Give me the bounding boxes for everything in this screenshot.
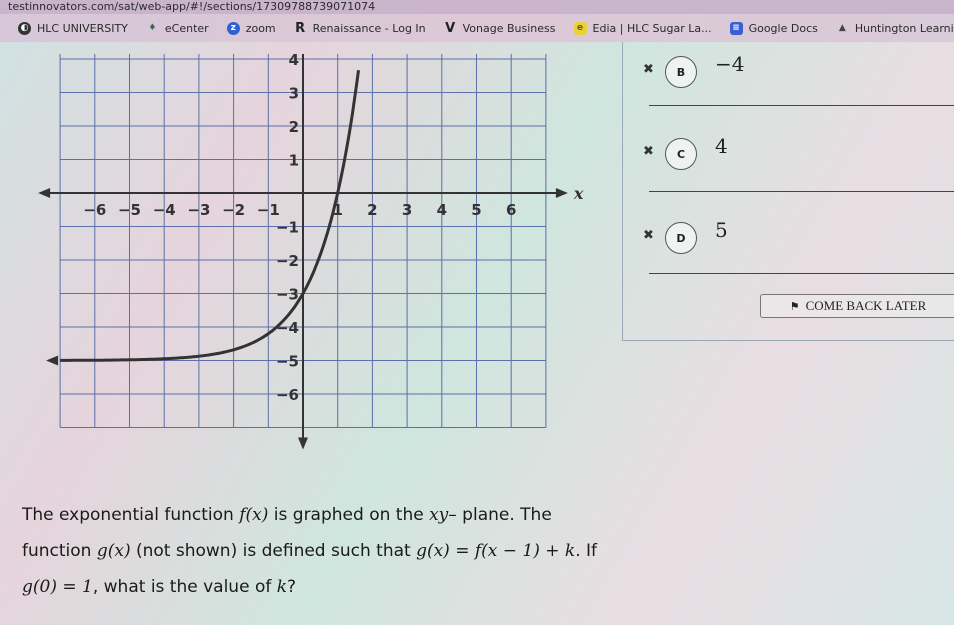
divider [649, 191, 954, 192]
flag-icon: ⚑ [789, 300, 800, 313]
y-axis-arrow [298, 437, 308, 450]
x-axis-arrow [555, 188, 568, 198]
y-tick-label: −1 [276, 219, 299, 237]
choice-letter[interactable]: B [665, 56, 697, 88]
eliminate-icon[interactable]: ✖ [643, 62, 654, 77]
x-axis-arrow-left [38, 188, 51, 198]
function-graph: x−6 −5 −4 −3 −2 −1 1 2 3 4 5 64321−1−2−3−4−5−6 [38, 51, 584, 450]
x-tick-label: 3 [402, 201, 412, 219]
bookmark-ecenter[interactable]: ♦ eCenter [146, 22, 208, 35]
bookmark-zoom[interactable]: z zoom [226, 21, 276, 35]
x-tick-label: 5 [471, 201, 481, 219]
y-tick-label: −4 [276, 319, 299, 337]
answer-choice-d[interactable]: ✖ D 5 [623, 208, 954, 288]
answer-choice-c[interactable]: ✖ C 4 [623, 126, 954, 206]
x-tick-label: −4 [153, 201, 176, 219]
huntington-icon: ▲ [838, 23, 846, 33]
globe-icon: ◐ [18, 21, 31, 35]
choice-letter[interactable]: D [665, 222, 697, 254]
x-tick-label: 4 [437, 201, 447, 219]
y-tick-label: 2 [289, 118, 299, 136]
bookmark-hlc-university[interactable]: ◐ HLC UNIVERSITY [18, 21, 128, 35]
bookmarks-bar: ◐ HLC UNIVERSITY ♦ eCenter z zoom R Renaissa… [0, 14, 954, 42]
choice-value: 5 [715, 218, 728, 242]
docs-icon: ≡ [729, 21, 743, 35]
choice-value: −4 [715, 52, 745, 76]
url-bar[interactable]: testinnovators.com/sat/web-app/#!/sectio… [0, 0, 954, 14]
eliminate-icon[interactable]: ✖ [643, 144, 654, 159]
y-tick-label: −2 [276, 252, 299, 270]
edia-icon: e [573, 21, 587, 35]
x-tick-label: −6 [83, 201, 106, 219]
x-tick-label: 2 [367, 201, 377, 219]
vonage-icon: V [445, 20, 456, 36]
y-tick-label: −5 [276, 353, 299, 371]
answer-choice-b[interactable]: ✖ B −4 [623, 42, 954, 122]
y-tick-label: −6 [276, 386, 299, 404]
curve-arrow-left [46, 355, 59, 366]
divider [649, 105, 954, 106]
x-tick-label: −5 [118, 201, 141, 219]
question-text: The exponential function f(x) is graphed… [22, 505, 598, 597]
y-tick-label: 1 [289, 152, 299, 170]
drop-icon: ♦ [148, 23, 157, 33]
bookmark-edia[interactable]: e Edia | HLC Sugar La... [573, 21, 712, 35]
y-tick-label: −3 [276, 286, 299, 304]
bookmark-renaissance[interactable]: R Renaissance - Log In [294, 20, 426, 36]
come-back-later-button[interactable]: ⚑ COME BACK LATER [760, 294, 954, 318]
y-tick-label: 3 [289, 85, 299, 103]
bookmark-huntington[interactable]: ▲Huntington Learnin... [836, 22, 954, 35]
renaissance-icon: R [295, 20, 306, 36]
choice-value: 4 [715, 134, 728, 158]
eliminate-icon[interactable]: ✖ [643, 228, 654, 243]
x-tick-label: −3 [187, 201, 210, 219]
divider [649, 273, 954, 274]
url-text: testinnovators.com/sat/web-app/#!/sectio… [8, 0, 376, 13]
bookmark-vonage[interactable]: V Vonage Business [444, 20, 555, 36]
x-tick-label: −1 [257, 201, 280, 219]
x-tick-label: −2 [222, 201, 245, 219]
y-tick-label: 4 [289, 51, 299, 69]
choice-letter[interactable]: C [665, 138, 697, 170]
x-axis-label: x [573, 184, 584, 203]
x-tick-label: 6 [506, 201, 516, 219]
bookmark-google-docs[interactable]: ≡ Google Docs [729, 21, 818, 35]
zoom-icon: z [226, 21, 240, 35]
